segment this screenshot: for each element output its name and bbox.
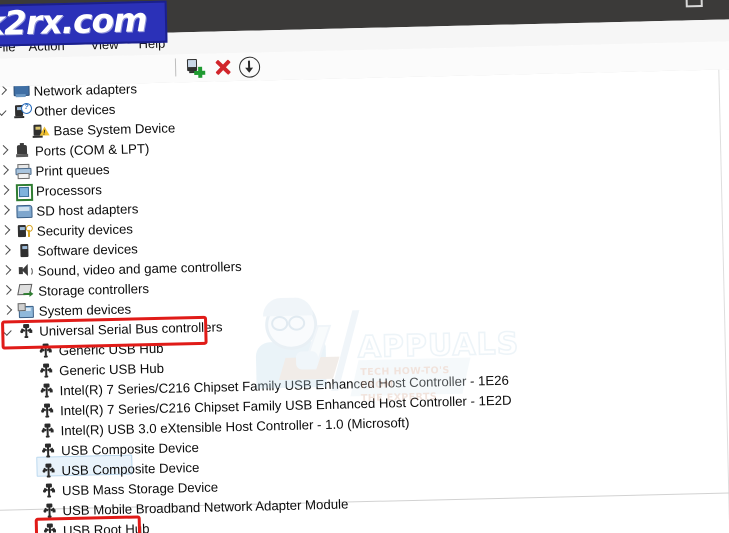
- tree-item-label: Other devices: [33, 101, 116, 119]
- speaker-icon: [17, 263, 33, 279]
- chevron-right-icon[interactable]: [0, 285, 12, 297]
- k2rx-watermark: k2rx.com: [0, 0, 168, 48]
- chevron-right-icon[interactable]: [0, 245, 12, 257]
- chevron-right-icon[interactable]: [0, 265, 12, 277]
- usb-icon: [18, 323, 34, 339]
- chevron-right-icon[interactable]: [1, 305, 13, 317]
- usb-icon: [39, 402, 55, 418]
- tree-item-label: Software devices: [37, 241, 138, 259]
- tree-item-label: USB Root Hub: [62, 521, 150, 533]
- chevron-right-icon[interactable]: [0, 225, 11, 237]
- uninstall-device-icon[interactable]: [213, 57, 233, 77]
- tree-item-label: SD host adapters: [36, 201, 139, 219]
- tree-item-label: Generic USB Hub: [58, 340, 164, 359]
- warning-device-icon: [32, 122, 50, 138]
- pane-right-edge: [718, 69, 729, 520]
- tree-item-label: Processors: [35, 182, 103, 199]
- tree-item-label: USB Composite Device: [60, 439, 200, 459]
- chevron-down-icon[interactable]: [0, 105, 8, 117]
- restore-icon: [685, 0, 703, 8]
- usb-icon: [38, 362, 54, 378]
- k2rx-watermark-text: k2rx.com: [0, 0, 148, 43]
- sd-card-icon: [15, 203, 33, 219]
- usb-icon: [42, 522, 58, 533]
- other-devices-icon: ?: [13, 102, 33, 119]
- usb-icon: [38, 382, 54, 398]
- tree-item-label: Security devices: [36, 221, 134, 239]
- usb-icon: [40, 442, 56, 458]
- scan-hardware-changes-icon[interactable]: [185, 58, 206, 78]
- storage-controller-icon: [17, 283, 34, 299]
- port-icon: [14, 143, 30, 159]
- chevron-right-icon[interactable]: [0, 185, 10, 197]
- tree-item-label: Ports (COM & LPT): [34, 141, 150, 159]
- chevron-right-icon[interactable]: [0, 145, 9, 157]
- tree-item-label: USB Mass Storage Device: [61, 479, 219, 499]
- toolbar-separator: [174, 58, 177, 77]
- processor-icon: [15, 183, 34, 202]
- tree-item-label: Generic USB Hub: [59, 360, 165, 379]
- chevron-down-icon[interactable]: [1, 325, 13, 337]
- usb-icon: [40, 462, 56, 478]
- security-device-icon: [16, 223, 33, 239]
- window-controls: [623, 0, 703, 10]
- printer-icon: [14, 163, 32, 180]
- tree-item-label: Print queues: [35, 162, 110, 179]
- usb-icon: [41, 502, 57, 518]
- restore-button[interactable]: [681, 0, 704, 8]
- chevron-right-icon[interactable]: [0, 205, 11, 217]
- system-device-icon: [17, 303, 34, 319]
- software-device-icon: [16, 243, 32, 259]
- screen: File Action View Help Network adapters ?…: [0, 0, 729, 533]
- tree-item-label: System devices: [38, 301, 132, 319]
- minimize-button[interactable]: [623, 0, 646, 10]
- usb-icon: [41, 482, 57, 498]
- network-adapter-icon: [12, 83, 30, 99]
- update-driver-icon[interactable]: [238, 56, 261, 78]
- usb-icon: [39, 422, 55, 438]
- chevron-right-icon[interactable]: [0, 85, 8, 97]
- chevron-right-icon[interactable]: [0, 165, 10, 177]
- tree-item-label: Storage controllers: [38, 281, 150, 299]
- usb-icon: [38, 342, 54, 358]
- tree-item-label: USB Composite Device: [61, 459, 200, 479]
- device-tree-pane: Network adapters ? Other devices Base Sy…: [0, 69, 729, 533]
- tree-item-label: Base System Device: [53, 120, 176, 139]
